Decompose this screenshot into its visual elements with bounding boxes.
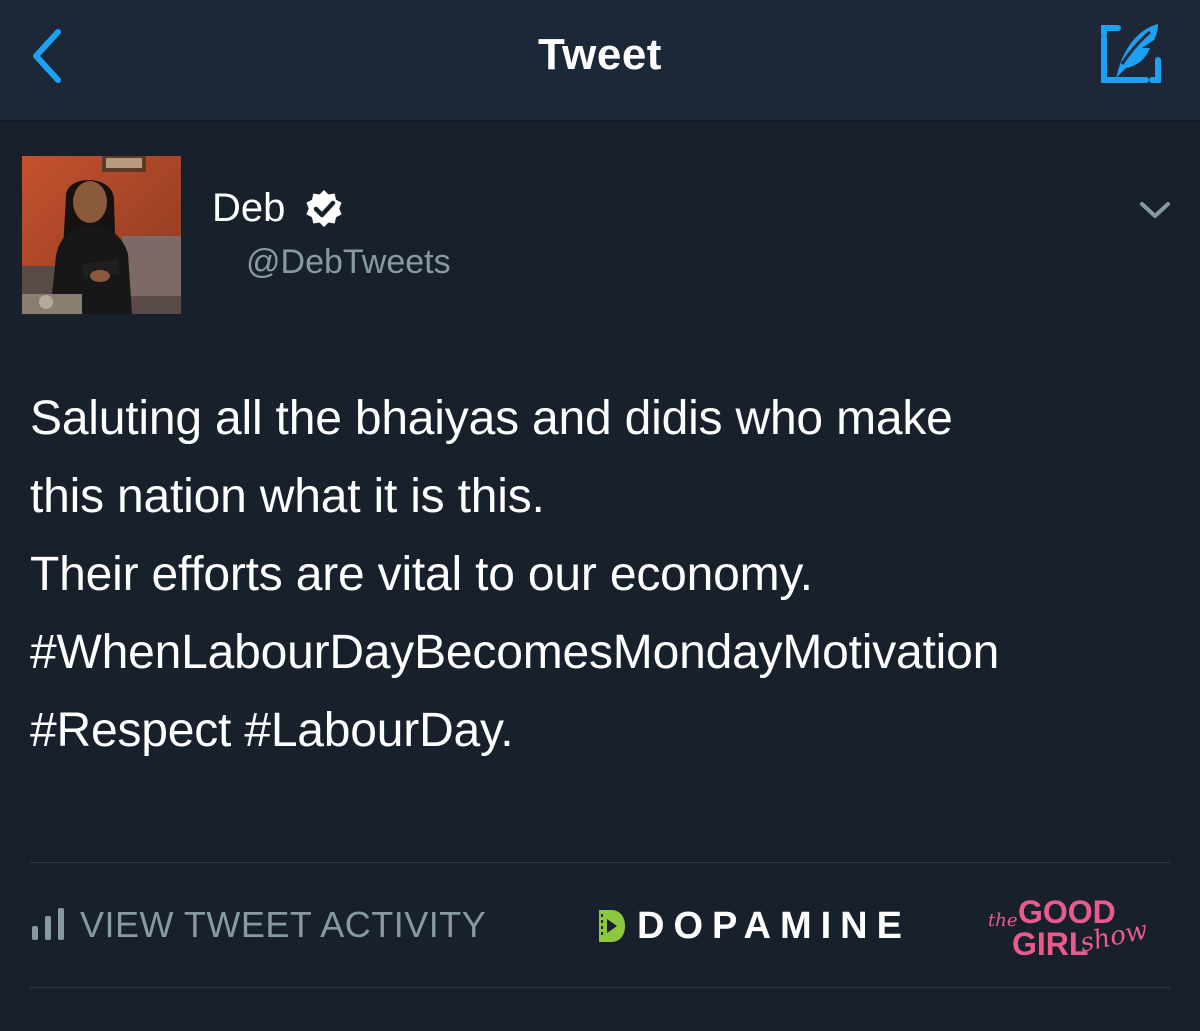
tweet-options-button[interactable] bbox=[1138, 196, 1172, 224]
ggs-logo-girl: GIRL bbox=[1012, 926, 1089, 962]
hashtag-line[interactable]: #Respect #LabourDay. bbox=[30, 692, 1180, 770]
author-handle[interactable]: @DebTweets bbox=[246, 243, 451, 282]
dopamine-logo-text: DOPAMINE bbox=[637, 904, 911, 947]
compose-quill-icon bbox=[1101, 24, 1161, 83]
tweet-text-line: Saluting all the bhaiyas and didis who m… bbox=[30, 392, 953, 445]
tweet-text-line: this nation what it is this. bbox=[30, 470, 545, 523]
compose-tweet-button[interactable] bbox=[1098, 20, 1164, 86]
view-tweet-activity-button[interactable]: VIEW TWEET ACTIVITY bbox=[30, 900, 486, 950]
tweet-text: Saluting all the bhaiyas and didis who m… bbox=[30, 380, 1180, 770]
author-photo bbox=[22, 156, 181, 314]
verified-badge-icon bbox=[303, 188, 345, 230]
avatar[interactable] bbox=[22, 156, 181, 314]
author-name-text: Deb bbox=[212, 186, 286, 230]
view-tweet-activity-label: VIEW TWEET ACTIVITY bbox=[80, 904, 487, 945]
tweet-text-line: Their efforts are vital to our economy. bbox=[30, 548, 813, 601]
page-title: Tweet bbox=[538, 30, 662, 79]
chevron-down-icon bbox=[1140, 202, 1170, 218]
tweet-detail-screen: Tweet Deb @DebTweets Saluting all the bh… bbox=[0, 0, 1200, 1031]
good-girl-show-logo: the GOOD GIRL show bbox=[988, 892, 1150, 964]
dopamine-play-icon bbox=[599, 910, 625, 942]
bar-chart-icon bbox=[32, 908, 64, 940]
dopamine-logo: DOPAMINE bbox=[597, 902, 911, 950]
divider bbox=[30, 987, 1170, 988]
navigation-header: Tweet bbox=[0, 0, 1200, 122]
divider bbox=[30, 862, 1170, 863]
hashtag-line[interactable]: #WhenLabourDayBecomesMondayMotivation bbox=[30, 614, 1180, 692]
author-name[interactable]: Deb bbox=[212, 186, 345, 231]
